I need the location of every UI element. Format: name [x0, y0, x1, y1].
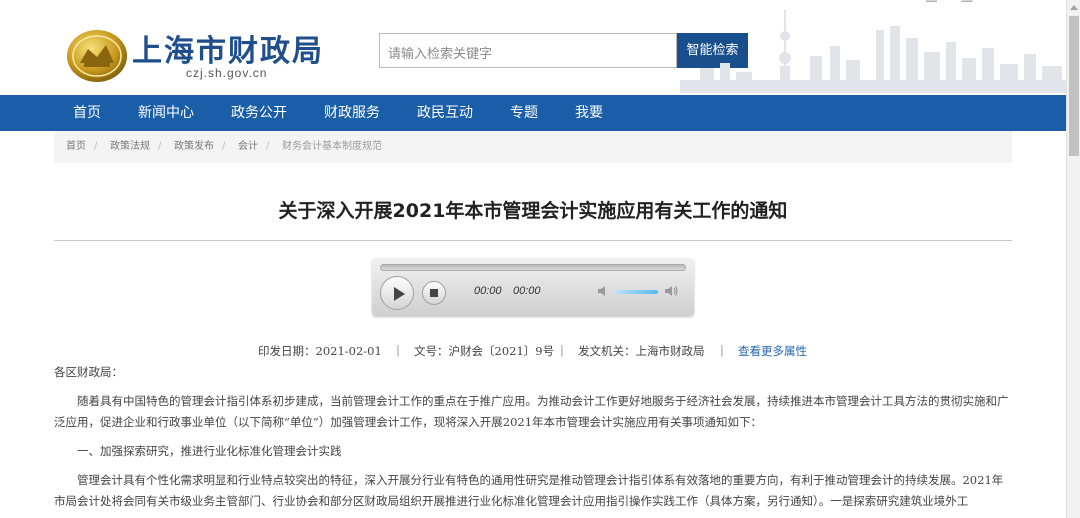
breadcrumb-item-home[interactable]: 首页 — [66, 131, 86, 163]
publish-date: 印发日期：2021-02-01 — [258, 344, 382, 358]
breadcrumb-separator: / — [266, 141, 270, 152]
top-links: ― ― — [926, 0, 973, 7]
site-domain: czj.sh.gov.cn — [186, 66, 268, 80]
meta-separator: | — [720, 343, 724, 357]
nav-item-home[interactable]: 首页 — [73, 95, 101, 131]
volume-slider[interactable] — [614, 290, 658, 294]
nav-item-i-want[interactable]: 我要 — [575, 95, 603, 131]
page: ― ― 上海市财政局 czj.sh.gov.cn 请输入检索关键字 智能检索 首… — [0, 0, 1066, 518]
nav-item-topics[interactable]: 专题 — [510, 95, 538, 131]
salutation: 各区财政局： — [54, 365, 123, 379]
body-paragraph: 随着具有中国特色的管理会计指引体系初步建成，当前管理会计工作的重点在于推广应用。… — [54, 394, 1009, 429]
issuing-authority: 发文机关：上海市财政局 — [578, 344, 705, 358]
title-divider — [54, 240, 1012, 241]
breadcrumb-separator: / — [222, 141, 226, 152]
more-attributes-link[interactable]: 查看更多属性 — [738, 343, 807, 359]
search-input[interactable]: 请输入检索关键字 — [379, 33, 677, 68]
nav-item-gov-affairs[interactable]: 政务公开 — [231, 95, 287, 131]
nav-item-news[interactable]: 新闻中心 — [138, 95, 194, 131]
stop-icon[interactable] — [422, 281, 446, 305]
audio-player: 00:00 00:00 — [372, 258, 694, 316]
scrollbar-thumb[interactable] — [1069, 16, 1079, 156]
article-title: 关于深入开展2021年本市管理会计实施应用有关工作的通知 — [278, 200, 788, 222]
audio-progress-bar[interactable] — [380, 264, 686, 271]
site-title[interactable]: 上海市财政局 — [132, 26, 324, 70]
breadcrumb-separator: / — [158, 141, 162, 152]
nav-item-interaction[interactable]: 政民互动 — [417, 95, 473, 131]
site-header: ― ― 上海市财政局 czj.sh.gov.cn 请输入检索关键字 智能检索 — [0, 0, 1066, 95]
breadcrumb-item-release[interactable]: 政策发布 — [174, 131, 214, 163]
meta-separator: | — [560, 343, 564, 357]
mute-icon[interactable] — [596, 284, 610, 298]
meta-separator: | — [396, 343, 400, 357]
breadcrumb: 首页 / 政策法规 / 政策发布 / 会计 / 财务会计基本制度规范 — [54, 131, 1012, 163]
volume-icon[interactable] — [664, 284, 678, 298]
city-skyline-graphic — [680, 10, 1066, 93]
breadcrumb-item-current: 财务会计基本制度规范 — [282, 141, 382, 152]
play-icon[interactable] — [380, 276, 414, 310]
breadcrumb-separator: / — [94, 141, 98, 152]
breadcrumb-item-accounting[interactable]: 会计 — [238, 131, 258, 163]
nav-item-finance-services[interactable]: 财政服务 — [324, 95, 380, 131]
scroll-up-icon[interactable] — [1067, 0, 1080, 14]
current-time: 00:00 — [474, 285, 502, 297]
section-heading: 一、加强探索研究，推进行业化标准化管理会计实践 — [77, 444, 342, 458]
site-emblem-icon[interactable] — [66, 27, 128, 83]
body-paragraph: 管理会计具有个性化需求明显和行业特点较突出的特征，深入开展分行业有特色的通用性研… — [54, 473, 1004, 508]
document-number: 文号：沪财会〔2021〕9号 — [414, 344, 555, 358]
breadcrumb-item-policy[interactable]: 政策法规 — [110, 131, 150, 163]
main-nav: 首页 新闻中心 政务公开 财政服务 政民互动 专题 我要 — [0, 95, 1066, 131]
vertical-scrollbar[interactable] — [1066, 0, 1080, 518]
duration-time: 00:00 — [513, 285, 541, 297]
